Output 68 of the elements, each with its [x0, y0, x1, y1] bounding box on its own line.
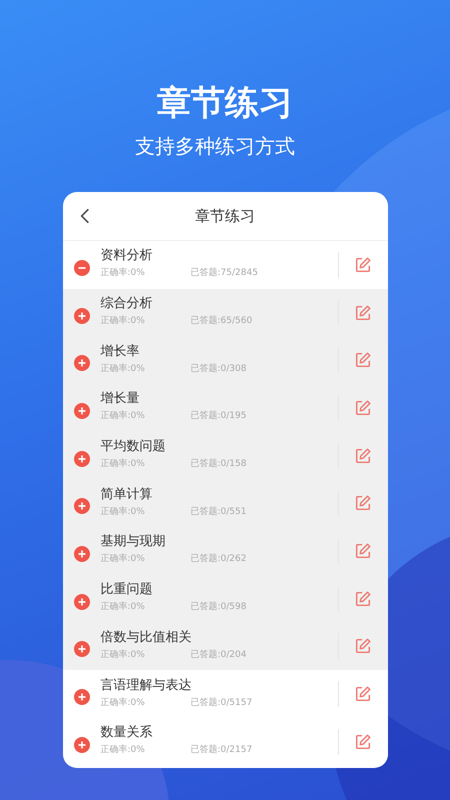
chapter-row[interactable]: 综合分析 正确率:0% 已答题:65/560: [62, 288, 388, 336]
answered-count: 已答题:0/158: [190, 458, 246, 472]
accuracy-text: 正确率:0%: [100, 648, 146, 662]
answered-count: 已答题:0/262: [190, 552, 246, 566]
accuracy-text: 正确率:0%: [100, 696, 146, 710]
subheadline: 支持多种练习方式: [134, 133, 296, 160]
expand-icon[interactable]: [74, 546, 90, 562]
answered-count: 已答题:0/2157: [190, 744, 252, 758]
answered-count: 已答题:0/551: [190, 506, 246, 519]
chapter-name: 增长率: [100, 342, 140, 361]
edit-icon[interactable]: [354, 732, 372, 751]
answered-count: 已答题:0/195: [190, 410, 246, 424]
answered-count: 已答题:75/2845: [190, 266, 258, 280]
chapter-name: 数量关系: [100, 724, 154, 742]
accuracy-text: 正确率:0%: [100, 410, 146, 424]
back-icon[interactable]: [80, 207, 90, 225]
chapter-row[interactable]: 增长率 正确率:0% 已答题:0/308: [62, 336, 388, 384]
chapter-name: 基期与现期: [100, 533, 166, 552]
accuracy-text: 正确率:0%: [100, 600, 146, 614]
chapter-name: 倍数与比值相关: [100, 628, 192, 647]
collapse-icon[interactable]: [74, 260, 90, 276]
answered-count: 已答题:65/560: [190, 314, 252, 328]
headline: 章节练习: [156, 82, 294, 124]
accuracy-text: 正确率:0%: [100, 314, 146, 328]
edit-icon[interactable]: [354, 542, 372, 560]
chapter-name: 言语理解与表达: [100, 676, 192, 695]
chapter-row[interactable]: 比重问题 正确率:0% 已答题:0/598: [62, 574, 388, 622]
answered-count: 已答题:0/598: [190, 600, 246, 614]
accuracy-text: 正确率:0%: [100, 744, 146, 758]
accuracy-text: 正确率:0%: [100, 506, 146, 519]
screen-title: 章节练习: [195, 206, 255, 226]
answered-count: 已答题:0/5157: [190, 696, 252, 710]
edit-icon[interactable]: [354, 256, 372, 274]
chapter-row[interactable]: 基期与现期 正确率:0% 已答题:0/262: [62, 527, 388, 575]
edit-icon[interactable]: [354, 398, 372, 417]
chapter-row[interactable]: 数量关系 正确率:0% 已答题:0/2157: [62, 718, 388, 766]
accuracy-text: 正确率:0%: [100, 266, 146, 280]
chapter-name: 资料分析: [100, 247, 154, 266]
expand-icon[interactable]: [74, 736, 90, 753]
edit-icon[interactable]: [354, 590, 372, 608]
expand-icon[interactable]: [74, 308, 90, 324]
edit-icon[interactable]: [354, 494, 372, 512]
chapter-row[interactable]: 增长量 正确率:0% 已答题:0/195: [62, 384, 388, 432]
chapter-row[interactable]: 平均数问题 正确率:0% 已答题:0/158: [62, 432, 388, 480]
expand-icon[interactable]: [74, 355, 90, 372]
edit-icon[interactable]: [354, 685, 372, 704]
chapter-name: 比重问题: [100, 581, 154, 600]
expand-icon[interactable]: [74, 594, 90, 610]
answered-count: 已答题:0/204: [190, 648, 246, 662]
expand-icon[interactable]: [74, 689, 90, 706]
expand-icon[interactable]: [74, 450, 90, 467]
accuracy-text: 正确率:0%: [100, 362, 146, 376]
edit-icon[interactable]: [354, 351, 372, 370]
chapter-name: 平均数问题: [100, 438, 166, 456]
chapter-row[interactable]: 简单计算 正确率:0% 已答题:0/551: [62, 479, 388, 528]
expand-icon[interactable]: [74, 498, 90, 514]
expand-icon[interactable]: [74, 402, 90, 419]
accuracy-text: 正确率:0%: [100, 552, 146, 566]
expand-icon[interactable]: [74, 641, 90, 658]
edit-icon[interactable]: [354, 304, 372, 322]
chapter-name: 简单计算: [100, 486, 154, 504]
accuracy-text: 正确率:0%: [100, 458, 146, 472]
edit-icon[interactable]: [354, 446, 372, 465]
edit-icon[interactable]: [354, 637, 372, 656]
answered-count: 已答题:0/308: [190, 362, 246, 376]
chapter-name: 综合分析: [100, 295, 154, 314]
chapter-row[interactable]: 倍数与比值相关 正确率:0% 已答题:0/204: [62, 622, 388, 670]
chapter-name: 增长量: [100, 390, 140, 408]
